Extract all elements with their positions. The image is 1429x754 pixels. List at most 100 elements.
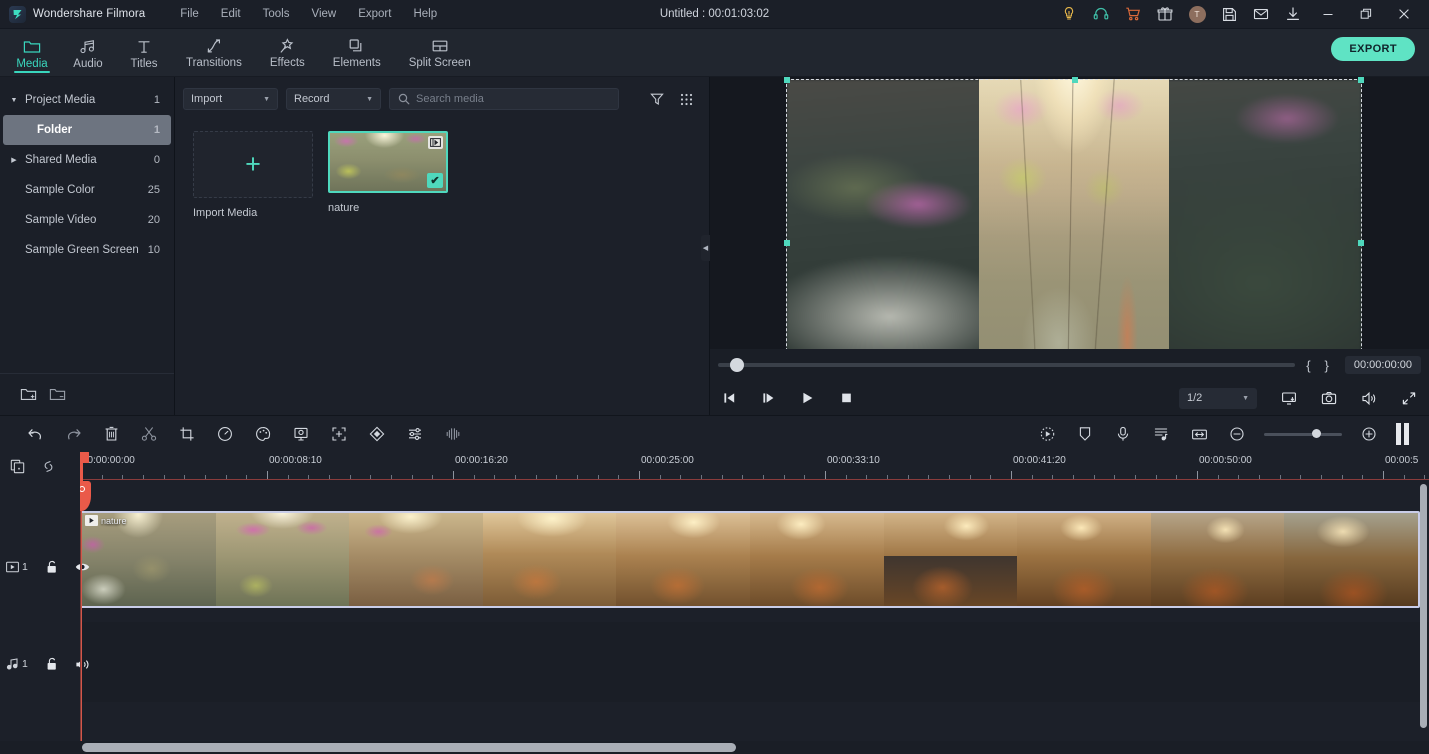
duplicate-icon[interactable] — [10, 459, 25, 474]
collapse-left-icon[interactable]: ◀ — [701, 235, 710, 261]
grid-view-icon[interactable] — [680, 93, 693, 106]
previous-frame-button[interactable] — [722, 391, 737, 405]
fit-timeline-icon[interactable] — [1180, 416, 1218, 452]
media-thumbnail[interactable]: ✔ — [328, 131, 448, 193]
marker-icon[interactable] — [1066, 416, 1104, 452]
split-scissors-icon[interactable] — [130, 416, 168, 452]
remove-folder-icon[interactable] — [49, 387, 66, 402]
render-preview-icon[interactable] — [1028, 416, 1066, 452]
audio-detach-icon[interactable] — [434, 416, 472, 452]
record-dropdown[interactable]: Record ▼ — [286, 88, 381, 110]
playback-quality-dropdown[interactable]: 1/2 ▼ — [1179, 387, 1257, 409]
tab-effects[interactable]: Effects — [256, 29, 319, 77]
preview-canvas[interactable] — [710, 77, 1429, 349]
export-button[interactable]: EXPORT — [1331, 37, 1415, 61]
timeline-body: 1 1 00:00:00:00 00:00:08:10 00:00:16:20 … — [0, 452, 1429, 754]
timeline-clip[interactable]: nature — [80, 511, 1420, 608]
ruler-tick-minor — [1424, 475, 1426, 479]
timeline-horizontal-scrollbar-thumb[interactable] — [82, 743, 736, 752]
timeline-zoom-slider[interactable] — [1264, 429, 1342, 438]
timeline-vertical-scrollbar[interactable] — [1420, 484, 1427, 728]
play-button[interactable] — [800, 391, 815, 405]
timeline-tracks-area[interactable]: 00:00:00:00 00:00:08:10 00:00:16:20 00:0… — [80, 452, 1429, 754]
speed-icon[interactable] — [206, 416, 244, 452]
menu-file[interactable]: File — [169, 4, 210, 24]
stop-button[interactable] — [839, 391, 854, 405]
menu-view[interactable]: View — [300, 4, 347, 24]
voiceover-mic-icon[interactable] — [1104, 416, 1142, 452]
save-icon[interactable] — [1213, 0, 1245, 29]
eye-icon[interactable] — [75, 561, 90, 573]
headset-support-icon[interactable] — [1085, 0, 1117, 29]
keyframe-icon[interactable] — [358, 416, 396, 452]
import-dropdown[interactable]: Import ▼ — [183, 88, 278, 110]
playback-scrubber[interactable] — [718, 358, 1296, 372]
minimize-button[interactable] — [1309, 0, 1347, 29]
sidebar-item-sample-color[interactable]: Sample Color 25 — [3, 175, 171, 205]
adjust-sliders-icon[interactable] — [396, 416, 434, 452]
mark-in-button[interactable]: { — [1303, 358, 1313, 373]
tab-titles[interactable]: Titles — [116, 29, 172, 77]
fullscreen-icon[interactable] — [1401, 391, 1417, 406]
filter-funnel-icon[interactable] — [650, 92, 664, 106]
crop-icon[interactable] — [168, 416, 206, 452]
menu-help[interactable]: Help — [402, 4, 448, 24]
speaker-icon[interactable] — [75, 658, 90, 671]
new-folder-icon[interactable] — [20, 387, 37, 402]
restore-button[interactable] — [1347, 0, 1385, 29]
redo-icon[interactable] — [54, 416, 92, 452]
display-settings-icon[interactable] — [1281, 391, 1297, 406]
auto-captions-icon[interactable] — [1142, 416, 1180, 452]
search-box[interactable] — [389, 88, 619, 110]
green-screen-icon[interactable] — [282, 416, 320, 452]
zoom-out-icon[interactable] — [1218, 416, 1256, 452]
video-track-lane[interactable]: nature — [80, 511, 1429, 608]
crop-fit-icon[interactable] — [320, 416, 358, 452]
timeline-ruler[interactable]: 00:00:00:00 00:00:08:10 00:00:16:20 00:0… — [80, 452, 1429, 480]
tab-elements[interactable]: Elements — [319, 29, 395, 77]
mark-out-button[interactable]: } — [1322, 358, 1332, 373]
cart-icon[interactable] — [1117, 0, 1149, 29]
tab-split-screen[interactable]: Split Screen — [395, 29, 485, 77]
delete-icon[interactable] — [92, 416, 130, 452]
import-media-dropzone[interactable]: + — [193, 131, 313, 198]
sidebar-item-sample-video[interactable]: Sample Video 20 — [3, 205, 171, 235]
download-icon[interactable] — [1277, 0, 1309, 29]
color-palette-icon[interactable] — [244, 416, 282, 452]
tab-media[interactable]: Media — [4, 29, 60, 77]
zoom-in-icon[interactable] — [1350, 416, 1388, 452]
timeline-horizontal-scrollbar-track[interactable] — [0, 741, 1429, 754]
search-input[interactable] — [416, 93, 610, 105]
unlock-icon[interactable] — [45, 560, 58, 574]
undo-icon[interactable] — [16, 416, 54, 452]
sidebar-item-shared-media[interactable]: ▶ Shared Media 0 — [3, 145, 171, 175]
ruler-tick-minor — [928, 475, 930, 479]
chevron-down-icon[interactable]: ▼ — [3, 97, 25, 104]
snapshot-camera-icon[interactable] — [1321, 391, 1337, 406]
playhead[interactable] — [80, 452, 91, 754]
chevron-right-icon[interactable]: ▶ — [3, 156, 25, 164]
volume-icon[interactable] — [1361, 391, 1377, 406]
audio-track-lane[interactable] — [80, 622, 1429, 702]
sidebar-item-folder[interactable]: Folder 1 — [3, 115, 171, 145]
sidebar-item-project-media[interactable]: ▼ Project Media 1 — [3, 85, 171, 115]
menu-export[interactable]: Export — [347, 4, 402, 24]
next-frame-button[interactable] — [761, 391, 776, 405]
lightbulb-idea-icon[interactable] — [1053, 0, 1085, 29]
gift-icon[interactable] — [1149, 0, 1181, 29]
tab-audio[interactable]: Audio — [60, 29, 116, 77]
media-item[interactable]: ✔ nature — [328, 131, 448, 219]
import-media-tile[interactable]: + Import Media — [193, 131, 313, 219]
link-icon[interactable] — [41, 459, 56, 474]
unlock-icon[interactable] — [45, 657, 58, 671]
zoom-slider-handle[interactable] — [1312, 429, 1321, 438]
ruler-tick-minor — [391, 475, 392, 479]
mail-icon[interactable] — [1245, 0, 1277, 29]
tab-transitions[interactable]: Transitions — [172, 29, 256, 77]
sidebar-item-sample-green-screen[interactable]: Sample Green Screen 10 — [3, 235, 171, 265]
menu-edit[interactable]: Edit — [210, 4, 252, 24]
menu-tools[interactable]: Tools — [252, 4, 301, 24]
scrubber-handle[interactable] — [730, 358, 744, 372]
avatar[interactable]: T — [1181, 0, 1213, 29]
close-button[interactable] — [1385, 0, 1423, 29]
